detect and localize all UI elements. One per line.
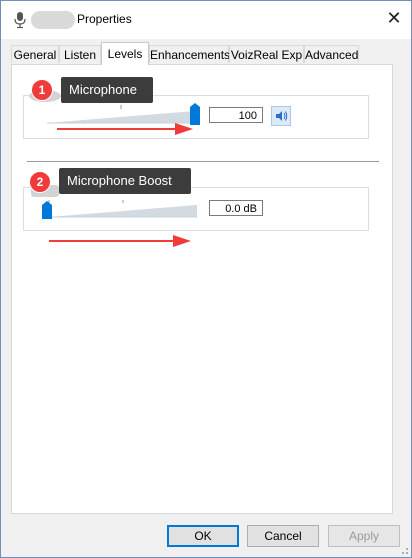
microphone-level-input[interactable]: 100 [209, 107, 263, 123]
title-bar: Properties ✕ [1, 1, 411, 39]
properties-window: Properties ✕ General Listen Levels Enhan… [0, 0, 412, 558]
cancel-button[interactable]: Cancel [247, 525, 319, 547]
ok-button[interactable]: OK [167, 525, 239, 547]
microphone-boost-input[interactable]: 0.0 dB [209, 200, 263, 216]
microphone-callout: Microphone [61, 77, 153, 103]
tab-listen[interactable]: Listen [59, 45, 101, 63]
microphone-boost-callout-label: Microphone Boost [67, 173, 172, 188]
apply-button[interactable]: Apply [328, 525, 400, 547]
tab-advanced[interactable]: Advanced [304, 45, 359, 63]
arrow-annotation-1 [57, 123, 193, 135]
microphone-boost-slider[interactable] [39, 195, 201, 225]
microphone-boost-callout: Microphone Boost [59, 168, 191, 194]
close-icon: ✕ [386, 7, 402, 28]
arrow-annotation-2 [49, 235, 191, 247]
tab-voizreal-exp[interactable]: VoizReal Exp [229, 45, 304, 63]
speaker-icon [276, 111, 288, 121]
blurred-device-name [31, 11, 75, 29]
group-separator [27, 161, 379, 162]
microphone-callout-label: Microphone [69, 82, 137, 97]
annotation-badge-1: 1 [31, 79, 53, 101]
resize-grip-icon[interactable] [397, 543, 409, 555]
tab-levels[interactable]: Levels [101, 42, 149, 65]
mute-button[interactable] [271, 106, 291, 126]
annotation-badge-2: 2 [29, 171, 51, 193]
close-button[interactable]: ✕ [377, 1, 411, 35]
tab-enhancements[interactable]: Enhancements [149, 45, 230, 63]
tab-general[interactable]: General [11, 45, 59, 63]
window-title: Properties [77, 12, 132, 26]
microphone-icon [14, 12, 26, 29]
